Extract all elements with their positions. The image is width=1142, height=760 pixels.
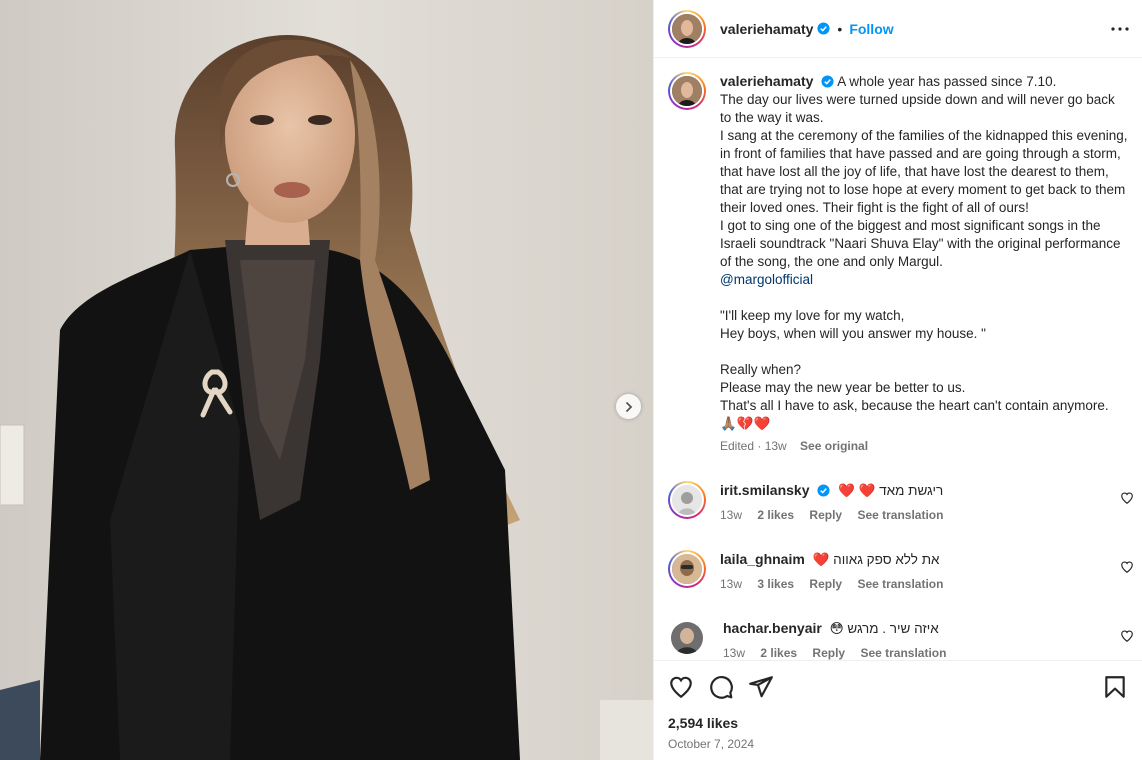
caption-line: A whole year has passed since 7.10.: [837, 74, 1057, 89]
verified-badge-icon: [817, 22, 830, 35]
caption-username[interactable]: valeriehamaty: [720, 73, 813, 89]
comment-likes[interactable]: 3 likes: [757, 577, 794, 591]
profile-photo: [672, 76, 702, 106]
comment-avatar[interactable]: [668, 550, 706, 588]
ellipsis-icon: [1111, 26, 1129, 31]
see-original-button[interactable]: See original: [800, 439, 868, 453]
verified-badge-icon: [821, 75, 834, 88]
caption-line: The day our lives were turned upside dow…: [720, 92, 1115, 125]
instagram-post: valeriehamaty • Follow valeriehamaty A w…: [0, 0, 1142, 760]
post-header: valeriehamaty • Follow: [654, 0, 1142, 58]
header-username[interactable]: valeriehamaty: [720, 21, 813, 37]
heart-icon[interactable]: [668, 674, 694, 700]
see-translation-button[interactable]: See translation: [857, 508, 943, 522]
see-translation-button[interactable]: See translation: [860, 646, 946, 660]
comment-meta: 13w 2 likes Reply See translation: [723, 644, 958, 660]
reply-button[interactable]: Reply: [809, 577, 842, 591]
profile-photo: [671, 622, 703, 654]
closing-line: Please may the new year be better to us.: [720, 380, 966, 395]
chevron-right-icon: [625, 401, 632, 412]
avatar[interactable]: [668, 9, 706, 48]
comment-time[interactable]: 13w: [723, 646, 745, 660]
caption-avatar[interactable]: [668, 72, 706, 110]
caption: valeriehamaty A whole year has passed si…: [668, 72, 1128, 455]
post-details-panel: valeriehamaty • Follow valeriehamaty A w…: [653, 0, 1142, 760]
see-translation-button[interactable]: See translation: [857, 577, 943, 591]
post-date[interactable]: October 7, 2024: [668, 737, 1128, 751]
comment-item: hachar.benyair 😳 איזה שיר . מרגש 13w 2 l…: [668, 619, 1133, 660]
profile-photo: [672, 554, 702, 584]
comment-icon[interactable]: [708, 674, 734, 700]
caption-line: I got to sing one of the biggest and mos…: [720, 218, 1121, 269]
bookmark-icon[interactable]: [1102, 674, 1128, 700]
post-actions: 2,594 likes October 7, 2024: [654, 660, 1142, 760]
comment-text: ❤️ את ללא ספק גאווה: [812, 552, 940, 567]
emoji-line: 🙏🏽💔❤️: [720, 416, 771, 431]
post-photo[interactable]: [0, 0, 653, 760]
comment-text: 😳 איזה שיר . מרגש: [829, 621, 939, 636]
likes-count[interactable]: 2,594 likes: [668, 715, 1128, 731]
comment-meta: 13w 3 likes Reply See translation: [720, 575, 955, 593]
comment-avatar[interactable]: [671, 622, 703, 654]
share-icon[interactable]: [748, 674, 774, 700]
mention-link[interactable]: @margolofficial: [720, 271, 1128, 289]
portrait-image: [0, 0, 653, 760]
comment-likes[interactable]: 2 likes: [760, 646, 797, 660]
quote-line: Hey boys, when will you answer my house.…: [720, 326, 986, 341]
heart-icon[interactable]: [1120, 491, 1134, 505]
verified-badge-icon: [817, 484, 830, 497]
more-options-button[interactable]: [1108, 17, 1132, 41]
caption-text: valeriehamaty A whole year has passed si…: [720, 72, 1128, 455]
follow-button[interactable]: Follow: [849, 21, 893, 37]
comment-time[interactable]: 13w: [720, 508, 742, 522]
edited-time: Edited · 13w: [720, 439, 787, 453]
comment-username[interactable]: irit.smilansky: [720, 482, 810, 498]
comment-meta: 13w 2 likes Reply See translation: [720, 506, 955, 524]
comment-item: irit.smilansky ❤️ ❤️ ריגשת מאד 13w 2 lik…: [668, 481, 1133, 524]
comment-likes[interactable]: 2 likes: [757, 508, 794, 522]
comment-username[interactable]: hachar.benyair: [723, 620, 822, 636]
quote-line: "I'll keep my love for my watch,: [720, 308, 905, 323]
heart-icon[interactable]: [1120, 629, 1134, 643]
caption-meta: Edited · 13w See original: [720, 437, 1128, 455]
reply-button[interactable]: Reply: [812, 646, 845, 660]
separator-dot: •: [837, 20, 843, 37]
comment-item: laila_ghnaim ❤️ את ללא ספק גאווה 13w 3 l…: [668, 550, 1133, 593]
comment-username[interactable]: laila_ghnaim: [720, 551, 805, 567]
closing-line: That's all I have to ask, because the he…: [720, 398, 1109, 413]
reply-button[interactable]: Reply: [809, 508, 842, 522]
next-photo-button[interactable]: [616, 394, 641, 419]
profile-photo: [672, 485, 702, 515]
comment-avatar[interactable]: [668, 481, 706, 519]
comments-section[interactable]: valeriehamaty A whole year has passed si…: [654, 58, 1142, 660]
heart-icon[interactable]: [1120, 560, 1134, 574]
comment-time[interactable]: 13w: [720, 577, 742, 591]
comment-text: ❤️ ❤️ ריגשת מאד: [838, 483, 944, 498]
profile-photo: [672, 13, 702, 44]
closing-line: Really when?: [720, 362, 802, 377]
caption-line: I sang at the ceremony of the families o…: [720, 128, 1128, 215]
